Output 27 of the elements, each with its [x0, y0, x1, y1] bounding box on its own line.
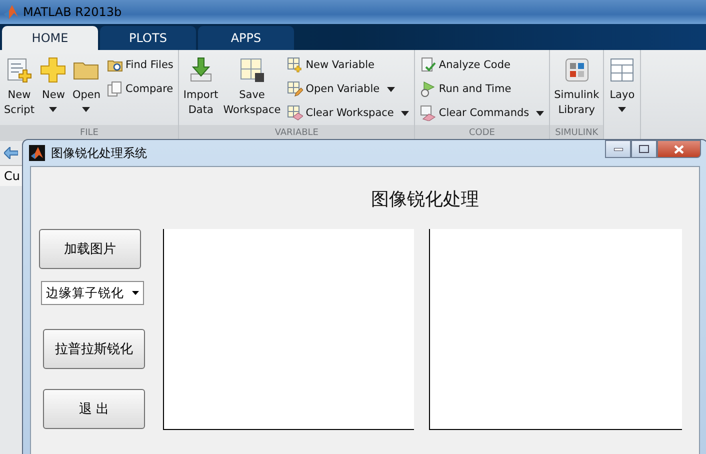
ribbon-tab[interactable]: HOME	[2, 26, 98, 50]
ribbon-button[interactable]: Clear Commands	[418, 102, 546, 124]
popup-value: 边缘算子锐化	[46, 284, 124, 302]
ribbon-button[interactable]: Open Variable	[286, 78, 410, 100]
ribbon-button[interactable]: New Variable	[286, 54, 410, 76]
ribbon-button[interactable]: Simulink Library	[552, 54, 602, 125]
dialog-heading: 图像锐化处理	[370, 188, 480, 209]
window-title: MATLAB R2013b	[23, 5, 122, 19]
ribbon-button[interactable]: Save Workspace	[221, 54, 283, 125]
ribbon-tab[interactable]: PLOTS	[100, 26, 196, 50]
ribbon-button[interactable]: Clear Workspace	[286, 102, 410, 124]
ribbon-button[interactable]: Compare	[106, 78, 174, 100]
ribbon-button[interactable]: New Script	[2, 54, 36, 125]
push-button[interactable]: 加载图片	[39, 229, 141, 269]
ribbon-button[interactable]: Run and Time	[418, 78, 546, 100]
dialog-title: 图像锐化处理系统	[51, 144, 147, 162]
ribbon-button[interactable]: Layo	[606, 54, 638, 141]
push-button[interactable]: 退 出	[43, 389, 145, 429]
ribbon-button[interactable]: New	[37, 54, 70, 125]
ribbon-button[interactable]: Open	[70, 54, 103, 125]
ribbon-button[interactable]: Import Data	[181, 54, 220, 125]
panel-label: Cu	[4, 169, 20, 183]
push-button[interactable]: 拉普拉斯锐化	[43, 329, 145, 369]
ribbon-tab[interactable]: APPS	[198, 26, 294, 50]
ribbon-button[interactable]: Analyze Code	[418, 54, 546, 76]
ribbon-button[interactable]: Find Files	[106, 54, 174, 76]
popup-menu[interactable]: 边缘算子锐化	[41, 281, 144, 305]
